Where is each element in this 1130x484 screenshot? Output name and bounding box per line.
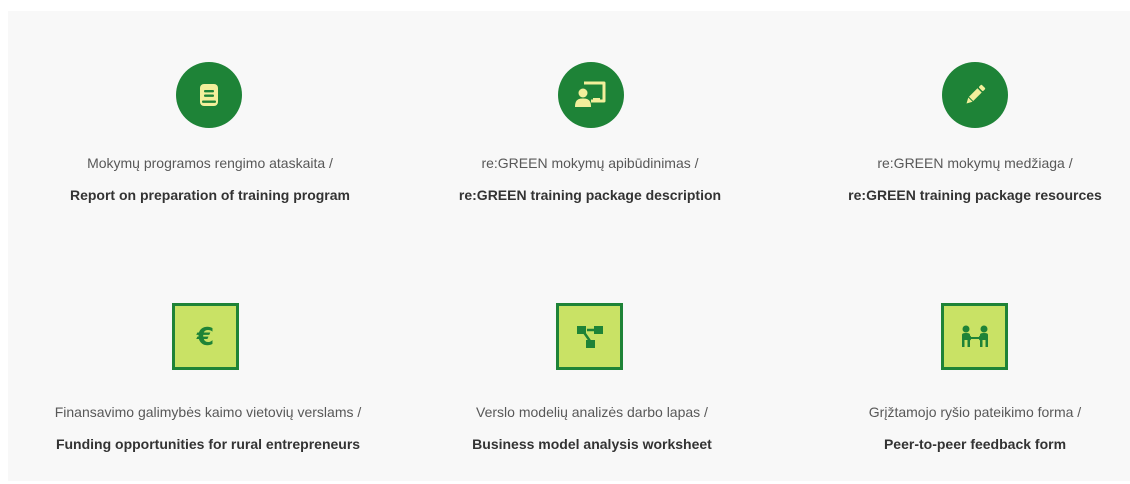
resource-card-package-resources[interactable]: re:GREEN mokymų medžiaga / re:GREEN trai… bbox=[785, 153, 1130, 205]
card-title-lt: Mokymų programos rengimo ataskaita / bbox=[87, 155, 333, 171]
resource-card-business-model-worksheet[interactable]: Verslo modelių analizės darbo lapas / Bu… bbox=[402, 402, 782, 454]
card-title-en[interactable]: Report on preparation of training progra… bbox=[20, 185, 400, 205]
card-title-lt: re:GREEN mokymų apibūdinimas / bbox=[481, 155, 699, 171]
resource-card-funding-opportunities[interactable]: Finansavimo galimybės kaimo vietovių ver… bbox=[18, 402, 398, 454]
book-icon[interactable] bbox=[176, 62, 242, 128]
card-title-en[interactable]: re:GREEN training package resources bbox=[785, 185, 1130, 205]
card-title-en[interactable]: Business model analysis worksheet bbox=[402, 434, 782, 454]
card-title-en[interactable]: Funding opportunities for rural entrepre… bbox=[18, 434, 398, 454]
presentation-icon[interactable] bbox=[558, 62, 624, 128]
sitemap-icon[interactable] bbox=[556, 303, 623, 370]
euro-icon[interactable]: € bbox=[172, 303, 239, 370]
card-title-lt: Finansavimo galimybės kaimo vietovių ver… bbox=[54, 404, 362, 420]
card-title-en[interactable]: Peer-to-peer feedback form bbox=[785, 434, 1130, 454]
pencil-icon[interactable] bbox=[942, 62, 1008, 128]
card-title-lt: re:GREEN mokymų medžiaga / bbox=[877, 155, 1073, 171]
resource-card-feedback-form[interactable]: Grįžtamojo ryšio pateikimo forma / Peer-… bbox=[785, 402, 1130, 454]
card-title-en[interactable]: re:GREEN training package description bbox=[400, 185, 780, 205]
card-title-lt: Verslo modelių analizės darbo lapas / bbox=[476, 404, 708, 420]
resource-card-package-description[interactable]: re:GREEN mokymų apibūdinimas / re:GREEN … bbox=[400, 153, 780, 205]
people-exchange-icon[interactable] bbox=[941, 303, 1008, 370]
resource-card-training-program-report[interactable]: Mokymų programos rengimo ataskaita / Rep… bbox=[20, 153, 400, 205]
card-title-lt: Grįžtamojo ryšio pateikimo forma / bbox=[868, 404, 1082, 420]
